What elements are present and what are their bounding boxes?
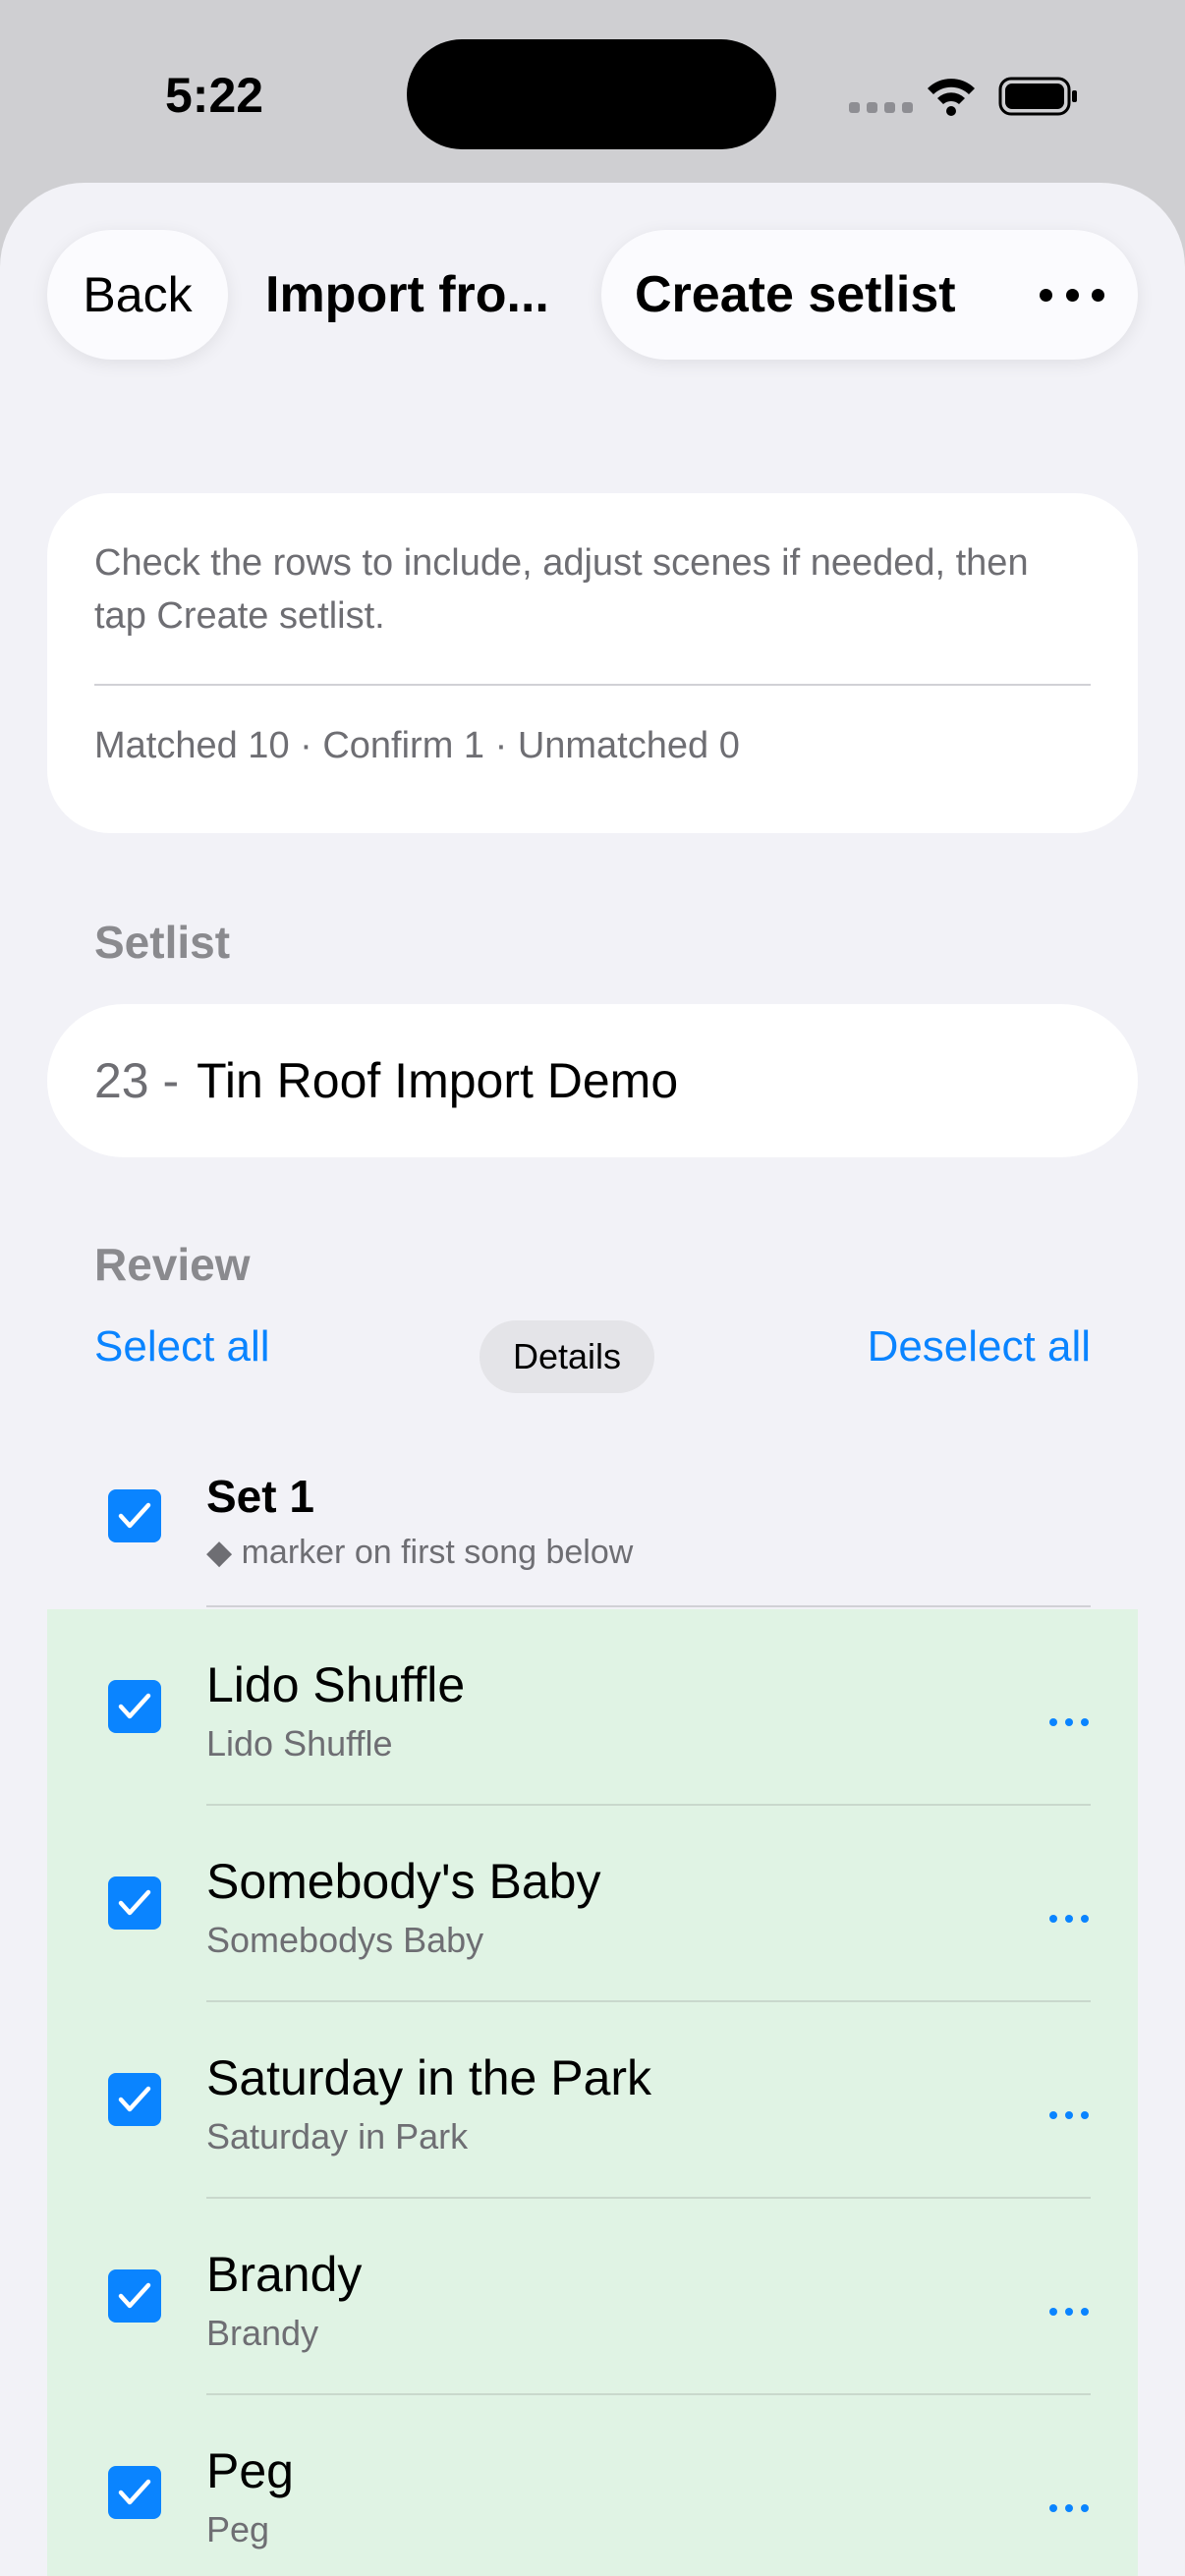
ellipsis-icon[interactable] xyxy=(1040,285,1104,305)
divider xyxy=(206,1605,1091,1607)
song-row[interactable]: Somebody's Baby Somebodys Baby xyxy=(47,1806,1138,2002)
song-checkbox[interactable] xyxy=(108,2269,161,2323)
song-title: Saturday in the Park xyxy=(206,2050,652,2105)
song-title: Somebody's Baby xyxy=(206,1854,601,1909)
import-sheet: Back Import fro... Create setlist Check … xyxy=(0,183,1185,2576)
song-row[interactable]: Peg Peg xyxy=(47,2395,1138,2576)
checkmark-icon xyxy=(118,1889,151,1916)
nav-actions-pill: Create setlist xyxy=(601,230,1138,360)
instructions-text: Check the rows to include, adjust scenes… xyxy=(94,542,1029,637)
match-stats: Matched 10 · Confirm 1 · Unmatched 0 xyxy=(94,725,740,766)
checkmark-icon xyxy=(118,1502,151,1529)
song-match: Brandy xyxy=(206,2313,319,2353)
wifi-icon xyxy=(928,79,975,116)
song-match: Somebodys Baby xyxy=(206,1920,484,1960)
ellipsis-icon[interactable] xyxy=(1049,2110,1089,2120)
matched-songs-list: Lido Shuffle Lido Shuffle Somebody's Bab… xyxy=(47,1609,1138,2576)
page-title: Import fro... xyxy=(265,266,549,323)
song-title: Brandy xyxy=(206,2247,363,2302)
song-checkbox[interactable] xyxy=(108,1680,161,1733)
create-setlist-button[interactable]: Create setlist xyxy=(635,265,956,324)
cellular-signal-icon xyxy=(849,102,913,113)
dynamic-island xyxy=(407,39,776,149)
battery-icon xyxy=(998,77,1077,116)
details-button[interactable]: Details xyxy=(480,1320,654,1393)
ellipsis-icon[interactable] xyxy=(1049,1717,1089,1727)
divider xyxy=(94,684,1091,686)
ellipsis-icon[interactable] xyxy=(1049,1914,1089,1924)
ellipsis-icon[interactable] xyxy=(1049,2503,1089,2513)
checkmark-icon xyxy=(118,2479,151,2505)
setlist-number: 23 - xyxy=(94,1053,180,1108)
setlist-name-field[interactable]: 23 - Tin Roof Import Demo xyxy=(47,1004,1138,1157)
status-time: 5:22 xyxy=(165,68,264,123)
setlist-name: Tin Roof Import Demo xyxy=(197,1053,679,1108)
ellipsis-icon[interactable] xyxy=(1049,2307,1089,2317)
back-button[interactable]: Back xyxy=(47,230,228,360)
checkmark-icon xyxy=(118,2282,151,2309)
song-row[interactable]: Brandy Brandy xyxy=(47,2199,1138,2395)
song-title: Peg xyxy=(206,2443,294,2498)
instructions-card: Check the rows to include, adjust scenes… xyxy=(47,493,1138,833)
song-checkbox[interactable] xyxy=(108,2073,161,2126)
deselect-all-button[interactable]: Deselect all xyxy=(868,1322,1091,1372)
song-row[interactable]: Saturday in the Park Saturday in Park xyxy=(47,2002,1138,2199)
song-checkbox[interactable] xyxy=(108,2466,161,2519)
song-match: Lido Shuffle xyxy=(206,1723,393,1764)
select-all-button[interactable]: Select all xyxy=(94,1322,270,1372)
set-checkbox[interactable] xyxy=(108,1489,161,1542)
set-subtitle: ◆ marker on first song below xyxy=(206,1534,634,1571)
review-section-label: Review xyxy=(94,1239,251,1290)
checkmark-icon xyxy=(118,2086,151,2112)
set-title: Set 1 xyxy=(206,1471,314,1522)
song-match: Peg xyxy=(206,2509,270,2549)
song-match: Saturday in Park xyxy=(206,2116,469,2156)
checkmark-icon xyxy=(118,1693,151,1719)
song-title: Lido Shuffle xyxy=(206,1657,466,1712)
setlist-section-label: Setlist xyxy=(94,917,231,968)
song-checkbox[interactable] xyxy=(108,1876,161,1930)
song-row[interactable]: Lido Shuffle Lido Shuffle xyxy=(47,1609,1138,1806)
